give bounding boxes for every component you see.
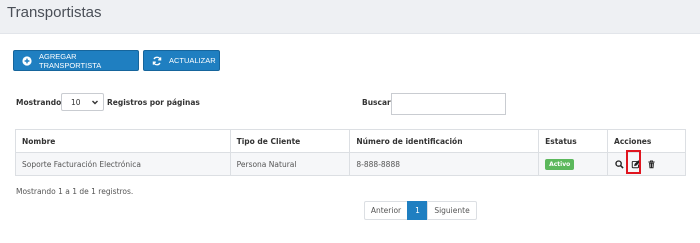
add-carrier-button[interactable]: AGREGAR TRANSPORTISTA	[13, 50, 139, 71]
header-nombre[interactable]: Nombre	[15, 129, 231, 153]
cell-identificacion: 8-888-8888	[349, 152, 540, 176]
edit-action[interactable]	[626, 149, 642, 174]
header-estatus[interactable]: Estatus	[538, 129, 609, 153]
cell-tipo: Persona Natural	[229, 152, 351, 176]
refresh-label: ACTUALIZAR	[169, 56, 216, 65]
add-carrier-label: AGREGAR TRANSPORTISTA	[39, 51, 102, 70]
table-header-row: Nombre Tipo de Cliente Número de identif…	[15, 129, 686, 153]
carriers-table: Nombre Tipo de Cliente Número de identif…	[15, 129, 686, 176]
chevron-down-icon	[90, 97, 100, 107]
header-acciones: Acciones	[607, 129, 686, 153]
highlight-box	[626, 149, 642, 174]
trash-icon[interactable]	[646, 159, 657, 170]
search-icon[interactable]	[614, 159, 625, 170]
refresh-button[interactable]: ACTUALIZAR	[143, 50, 220, 71]
search-label: Buscar:	[362, 98, 394, 107]
cell-nombre: Soporte Facturación Electrónica	[15, 152, 231, 176]
page-title: Transportistas	[7, 4, 102, 21]
pagination: Anterior 1 Siguiente	[364, 201, 477, 220]
plus-circle-icon	[22, 55, 32, 66]
pagination-prev[interactable]: Anterior	[364, 201, 408, 220]
cell-acciones	[607, 149, 686, 176]
page-size-select[interactable]: 10	[61, 93, 104, 111]
table-row: Soporte Facturación Electrónica Persona …	[15, 149, 686, 176]
pagination-page-1[interactable]: 1	[407, 201, 428, 220]
status-badge: Activo	[545, 158, 575, 170]
table-info: Mostrando 1 a 1 de 1 registros.	[16, 187, 134, 196]
refresh-icon	[152, 56, 162, 66]
page-size-value: 10	[71, 97, 81, 107]
search-input[interactable]	[391, 93, 506, 115]
header-tipo-cliente[interactable]: Tipo de Cliente	[229, 129, 351, 153]
show-entries-label: Mostrando	[16, 98, 62, 107]
pagination-next[interactable]: Siguiente	[427, 201, 477, 220]
header-identificacion[interactable]: Número de identificación	[349, 129, 540, 153]
cell-estatus: Activo	[538, 152, 609, 176]
show-entries-suffix: Registros por páginas	[107, 98, 200, 107]
